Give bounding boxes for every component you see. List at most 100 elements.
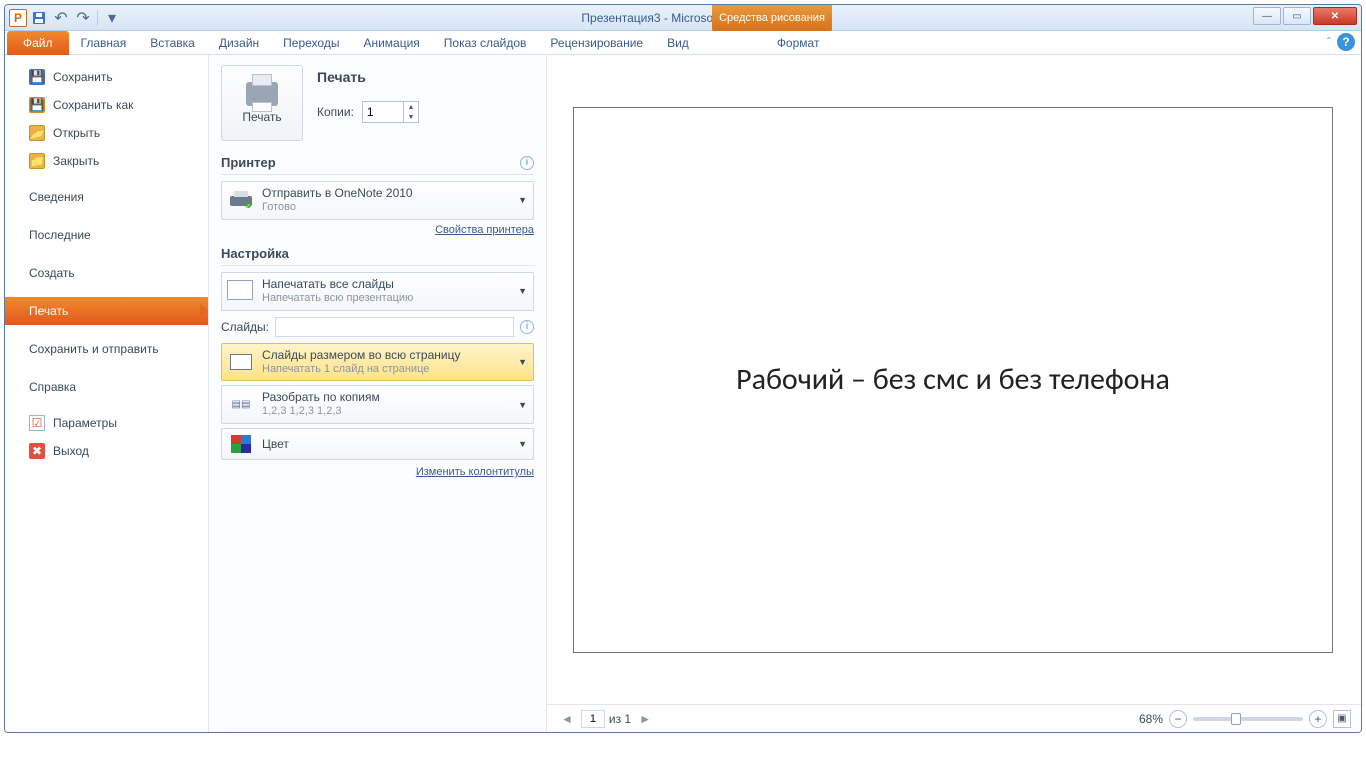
undo-icon[interactable]: ↶ <box>51 8 71 28</box>
printer-status: Готово <box>262 201 510 215</box>
print-header-right: Печать Копии: ▲ ▼ <box>317 65 419 123</box>
info-icon[interactable]: i <box>520 156 534 170</box>
layout-text: Слайды размером во всю страницу Напечата… <box>262 348 510 377</box>
chevron-down-icon: ▼ <box>518 357 527 367</box>
prev-page-icon[interactable]: ◄ <box>557 712 577 726</box>
minimize-button[interactable]: — <box>1253 7 1281 25</box>
app-window: P ↶ ↷ ▾ Презентация3 - Microsoft PowerPo… <box>4 4 1362 733</box>
print-heading: Печать <box>317 69 419 85</box>
layout-sub: Напечатать 1 слайд на странице <box>262 363 510 377</box>
sidebar-close[interactable]: 📁Закрыть <box>5 147 208 175</box>
help-icon[interactable]: ? <box>1337 33 1355 51</box>
layout-title: Слайды размером во всю страницу <box>262 348 510 363</box>
full-page-icon <box>228 351 254 373</box>
page-navigator: ◄ из 1 ► <box>557 710 655 728</box>
settings-section-header: Настройка <box>221 246 534 266</box>
tab-transitions[interactable]: Переходы <box>271 31 351 55</box>
sidebar-info[interactable]: Сведения <box>5 183 208 211</box>
slide-text: Рабочий – без смс и без телефона <box>736 358 1170 402</box>
slides-range-input[interactable] <box>275 317 514 337</box>
sidebar-new[interactable]: Создать <box>5 259 208 287</box>
tab-design[interactable]: Дизайн <box>207 31 271 55</box>
edit-header-footer-link[interactable]: Изменить колонтитулы <box>416 466 534 478</box>
print-layout-select[interactable]: Слайды размером во всю страницу Напечата… <box>221 343 534 382</box>
zoom-thumb[interactable] <box>1231 713 1241 725</box>
color-select[interactable]: Цвет ▼ <box>221 428 534 460</box>
sidebar-label: Сведения <box>29 190 84 204</box>
spin-down-icon[interactable]: ▼ <box>404 112 418 122</box>
sidebar-recent[interactable]: Последние <box>5 221 208 249</box>
sidebar-label: Параметры <box>53 416 117 430</box>
chevron-down-icon: ▼ <box>518 439 527 449</box>
printer-icon <box>246 82 278 106</box>
sidebar-label: Сохранить <box>53 70 113 84</box>
spinner-buttons: ▲ ▼ <box>403 102 418 122</box>
sidebar-label: Открыть <box>53 126 100 140</box>
sidebar-exit[interactable]: ✖ Выход <box>5 437 208 465</box>
tab-home[interactable]: Главная <box>69 31 139 55</box>
print-settings-panel: Печать Печать Копии: ▲ ▼ <box>209 55 547 732</box>
collapse-ribbon-icon[interactable]: ˆ <box>1327 35 1331 49</box>
zoom-to-fit-button[interactable]: ▣ <box>1333 710 1351 728</box>
slides-label: Слайды: <box>221 320 269 334</box>
tab-file[interactable]: Файл <box>7 31 69 55</box>
page-number-input[interactable] <box>581 710 605 728</box>
sidebar-label: Справка <box>29 380 76 394</box>
save-icon[interactable] <box>29 8 49 28</box>
sidebar-open[interactable]: 📂 Открыть <box>5 119 208 147</box>
info-icon[interactable]: i <box>520 320 534 334</box>
spin-up-icon[interactable]: ▲ <box>404 102 418 112</box>
contextual-tool-tab[interactable]: Средства рисования <box>712 5 832 31</box>
copies-input[interactable] <box>363 102 403 122</box>
close-window-button[interactable]: ✕ <box>1313 7 1357 25</box>
options-icon: ☑ <box>29 415 45 431</box>
page-of-label: из 1 <box>609 712 631 726</box>
sidebar-options[interactable]: ☑ Параметры <box>5 409 208 437</box>
window-controls: — ▭ ✕ <box>1253 7 1357 25</box>
zoom-slider[interactable] <box>1193 717 1303 721</box>
folder-open-icon: 📂 <box>29 125 45 141</box>
redo-icon[interactable]: ↷ <box>73 8 93 28</box>
exit-icon: ✖ <box>29 443 45 459</box>
zoom-in-button[interactable]: + <box>1309 710 1327 728</box>
sidebar-print[interactable]: Печать <box>5 297 208 325</box>
zoom-controls: 68% − + ▣ <box>1139 710 1351 728</box>
copies-spinner[interactable]: ▲ ▼ <box>362 101 419 123</box>
zoom-out-button[interactable]: − <box>1169 710 1187 728</box>
backstage-sidebar: 💾Сохранить 💾Сохранить как 📂 Открыть 📁Закр… <box>5 55 209 732</box>
slides-stack-icon <box>228 280 254 302</box>
sidebar-label: Выход <box>53 444 89 458</box>
sidebar-save[interactable]: 💾Сохранить <box>5 63 208 91</box>
sidebar-save-send[interactable]: Сохранить и отправить <box>5 335 208 363</box>
tab-format[interactable]: Формат <box>765 31 832 55</box>
sidebar-help[interactable]: Справка <box>5 373 208 401</box>
maximize-button[interactable]: ▭ <box>1283 7 1311 25</box>
sidebar-label: Создать <box>29 266 75 280</box>
printer-select[interactable]: ✓ Отправить в OneNote 2010 Готово ▼ <box>221 181 534 220</box>
slide-preview: Рабочий – без смс и без телефона <box>573 107 1333 653</box>
next-page-icon[interactable]: ► <box>635 712 655 726</box>
collate-select[interactable]: ▤▤ Разобрать по копиям 1,2,3 1,2,3 1,2,3… <box>221 385 534 424</box>
tab-review[interactable]: Рецензирование <box>538 31 655 55</box>
sidebar-label: Закрыть <box>53 154 99 168</box>
copies-label: Копии: <box>317 105 354 119</box>
sidebar-label: Печать <box>29 304 68 318</box>
print-scope-select[interactable]: Напечатать все слайды Напечатать всю пре… <box>221 272 534 311</box>
qat-separator <box>97 10 98 26</box>
printer-properties-link[interactable]: Свойства принтера <box>435 224 534 236</box>
printer-device-icon: ✓ <box>228 189 254 211</box>
tab-slideshow[interactable]: Показ слайдов <box>432 31 539 55</box>
printer-select-text: Отправить в OneNote 2010 Готово <box>262 186 510 215</box>
print-button[interactable]: Печать <box>221 65 303 141</box>
print-button-label: Печать <box>242 110 281 124</box>
titlebar: P ↶ ↷ ▾ Презентация3 - Microsoft PowerPo… <box>5 5 1361 31</box>
collate-icon: ▤▤ <box>228 394 254 416</box>
color-title: Цвет <box>262 437 510 452</box>
tab-view[interactable]: Вид <box>655 31 701 55</box>
window-title: Презентация3 - Microsoft PowerPoint <box>5 11 1361 25</box>
print-header: Печать Печать Копии: ▲ ▼ <box>221 65 534 141</box>
tab-insert[interactable]: Вставка <box>138 31 207 55</box>
sidebar-save-as[interactable]: 💾Сохранить как <box>5 91 208 119</box>
qat-customize-icon[interactable]: ▾ <box>102 8 122 28</box>
tab-animation[interactable]: Анимация <box>351 31 431 55</box>
